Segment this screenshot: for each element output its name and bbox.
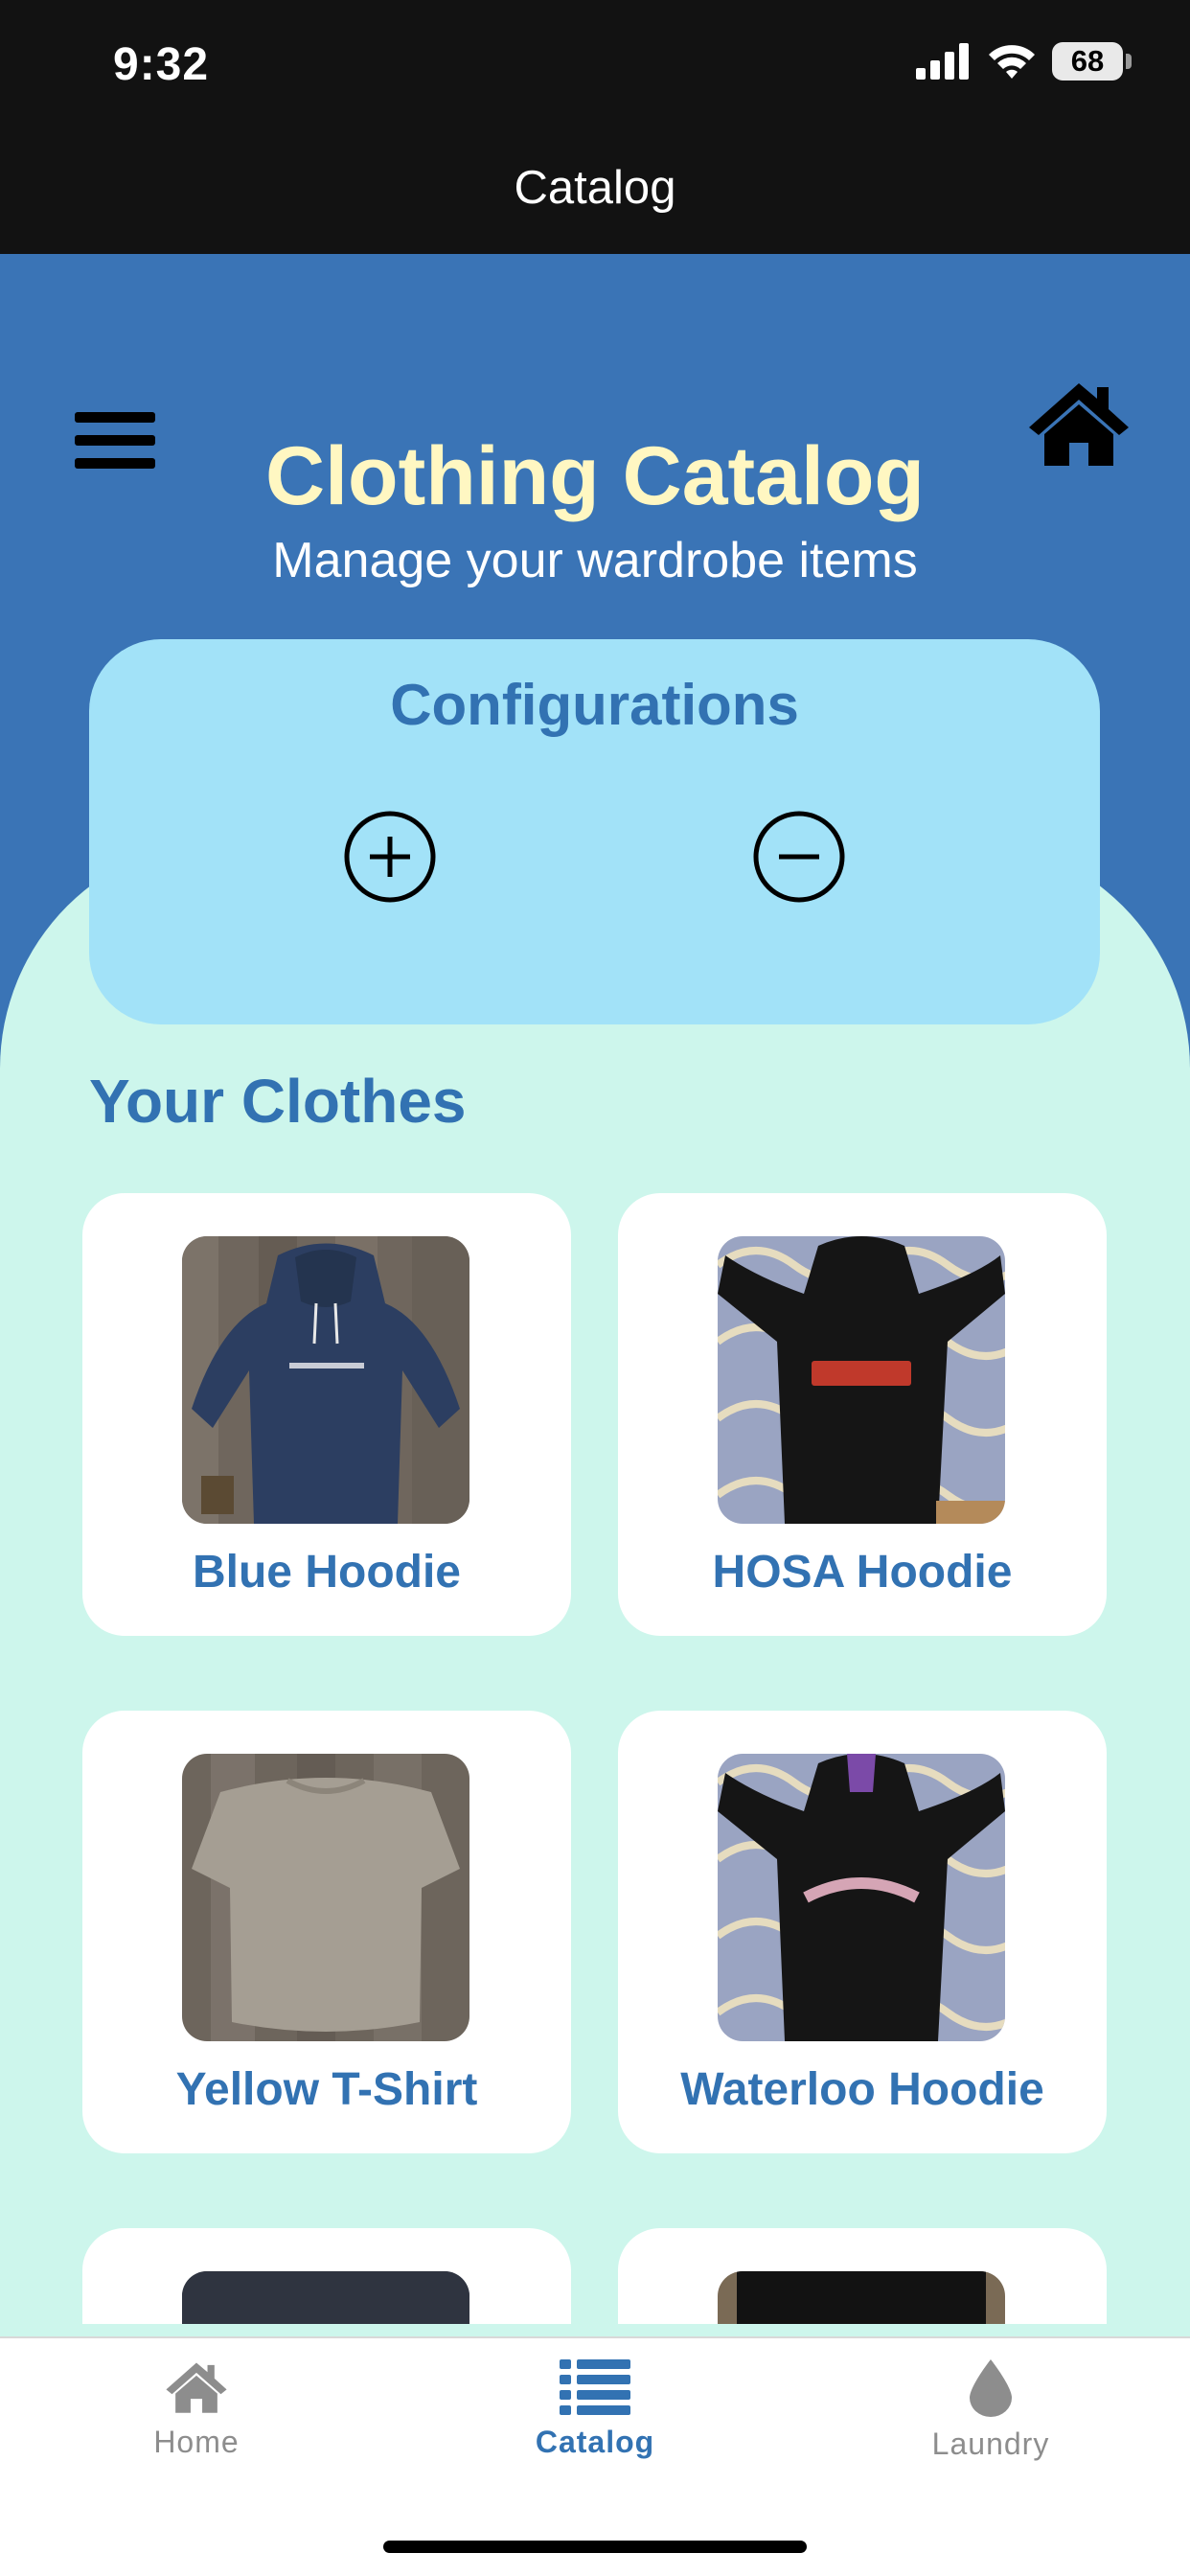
nav-title: Catalog — [514, 162, 676, 214]
cellular-signal-icon — [916, 43, 969, 80]
minus-circle-icon[interactable] — [752, 810, 846, 904]
your-clothes-title: Your Clothes — [89, 1067, 467, 1136]
clothing-card[interactable] — [82, 2228, 571, 2324]
clothing-photo — [718, 2271, 1005, 2324]
photo-black-hoodie-on-patterned-blanket — [718, 1754, 1005, 2041]
clothing-photo — [182, 2271, 469, 2324]
clothing-photo — [718, 1754, 1005, 2041]
battery-nub — [1126, 54, 1132, 69]
home-indicator[interactable] — [383, 2541, 807, 2553]
configurations-card: Configurations — [89, 639, 1100, 1024]
plus-circle-icon[interactable] — [343, 810, 437, 904]
clothing-label: Yellow T-Shirt — [175, 2064, 478, 2115]
clothing-photo — [182, 1754, 469, 2041]
tab-home[interactable]: Home — [72, 2359, 321, 2503]
wifi-icon — [989, 45, 1035, 79]
clothing-photo — [718, 1236, 1005, 1524]
menu-line-top — [75, 412, 155, 423]
battery-level: 68 — [1070, 44, 1105, 78]
status-bar: 9:32 68 — [0, 0, 1190, 144]
photo-dark-garment-partially-visible — [182, 2271, 469, 2324]
clothes-grid[interactable]: Blue Hoodie HOSA Hoodie Yellow T-Shirt W… — [0, 1179, 1190, 2324]
clothing-card-yellow-tshirt[interactable]: Yellow T-Shirt — [82, 1711, 571, 2153]
clothing-card[interactable] — [618, 2228, 1107, 2324]
photo-navy-hoodie-on-wood-floor — [182, 1236, 469, 1524]
tab-label: Catalog — [535, 2425, 655, 2459]
clothing-card-blue-hoodie[interactable]: Blue Hoodie — [82, 1193, 571, 1636]
clothing-card-hosa-hoodie[interactable]: HOSA Hoodie — [618, 1193, 1107, 1636]
clothing-label: Waterloo Hoodie — [680, 2064, 1044, 2115]
tab-laundry[interactable]: Laundry — [866, 2359, 1115, 2503]
photo-black-garment-partially-visible — [718, 2271, 1005, 2324]
page-subtitle: Manage your wardrobe items — [272, 533, 918, 588]
status-icons: 68 — [916, 42, 1132, 80]
app-screen: 9:32 68 Catalog Clothing Catalog Manage … — [0, 0, 1190, 2576]
tab-label: Home — [153, 2425, 240, 2459]
clothing-label: Blue Hoodie — [192, 1547, 461, 1598]
status-time: 9:32 — [113, 39, 210, 90]
clothing-card-waterloo-hoodie[interactable]: Waterloo Hoodie — [618, 1711, 1107, 2153]
tab-catalog[interactable]: Catalog — [470, 2359, 720, 2503]
photo-black-hoodie-on-patterned-blanket — [718, 1236, 1005, 1524]
configurations-title: Configurations — [390, 673, 799, 737]
home-icon — [166, 2362, 227, 2413]
clothing-photo — [182, 1236, 469, 1524]
list-icon — [560, 2359, 630, 2415]
battery-icon: 68 — [1052, 42, 1132, 80]
tab-label: Laundry — [931, 2426, 1050, 2461]
navigation-bar: Catalog — [0, 144, 1190, 254]
water-drop-icon — [970, 2359, 1012, 2417]
clothing-label: HOSA Hoodie — [712, 1547, 1013, 1598]
page-title: Clothing Catalog — [265, 430, 925, 522]
photo-tshirt-on-wood-floor — [182, 1754, 469, 2041]
